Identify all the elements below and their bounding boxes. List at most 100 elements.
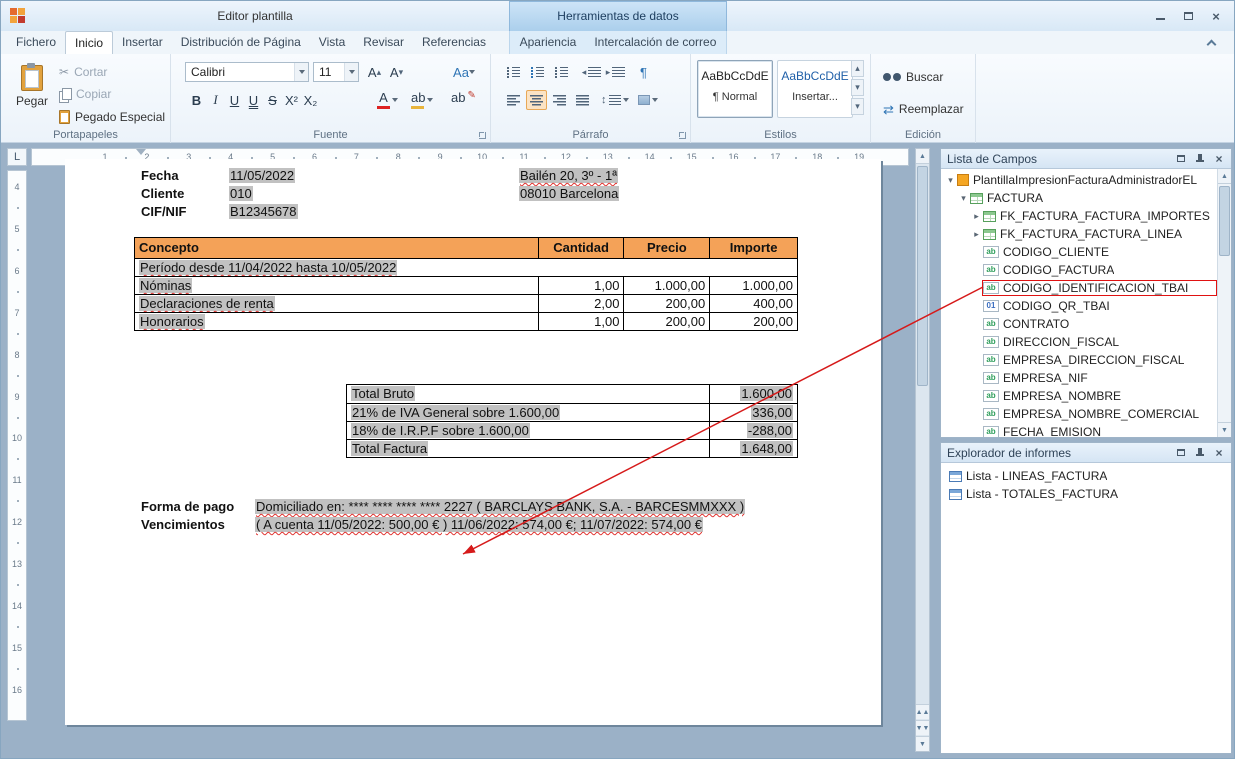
line-spacing-button[interactable]: ↕ <box>601 90 629 110</box>
field-list-scrollbar[interactable]: ▲ ▼ <box>1217 169 1231 437</box>
numbered-list-button[interactable] <box>527 62 548 82</box>
tab-inicio[interactable]: Inicio <box>65 31 113 54</box>
tab-vista[interactable]: Vista <box>310 31 354 54</box>
merge-field[interactable]: 18% de I.R.P.F sobre 1.600,00 <box>351 423 530 438</box>
field-node-fecha-emision[interactable]: abFECHA_EMISION <box>941 423 1217 437</box>
merge-field[interactable]: 336,00 <box>751 405 793 420</box>
underline-button[interactable]: U <box>225 90 244 110</box>
close-panel-button[interactable]: × <box>1211 152 1227 166</box>
tab-revisar[interactable]: Revisar <box>354 31 413 54</box>
merge-field[interactable]: B12345678 <box>229 204 298 219</box>
merge-field[interactable]: 08010 Barcelona <box>519 186 619 201</box>
close-button[interactable]: × <box>1206 8 1226 24</box>
shading-button[interactable] <box>635 90 661 110</box>
dropdown-button[interactable] <box>344 63 358 81</box>
tab-apariencia[interactable]: Apariencia <box>511 31 586 54</box>
gallery-down-button[interactable]: ▾ <box>851 79 864 96</box>
merge-field[interactable]: Honorarios <box>139 314 205 329</box>
next-page-button[interactable]: ▼▼ <box>916 720 929 735</box>
field-node-codigo-cliente[interactable]: abCODIGO_CLIENTE <box>941 243 1217 261</box>
bold-button[interactable]: B <box>187 90 206 110</box>
paste-button[interactable]: Pegar <box>9 59 55 133</box>
report-item-lista-totales-factura[interactable]: Lista - TOTALES_FACTURA <box>941 485 1231 503</box>
field-node-contrato[interactable]: abCONTRATO <box>941 315 1217 333</box>
field-node-codigo-factura[interactable]: abCODIGO_FACTURA <box>941 261 1217 279</box>
grow-font-button[interactable]: A▴ <box>365 62 384 82</box>
decrease-indent-button[interactable]: ◂ <box>581 62 602 82</box>
tab-fichero[interactable]: Fichero <box>7 31 65 54</box>
merge-field[interactable]: ( A cuenta 11/05/2022: 500,00 € ) 11/06/… <box>255 517 703 532</box>
scrollbar-thumb[interactable] <box>917 166 928 386</box>
payment-method-value[interactable]: Domiciliado en: **** **** **** **** 2227… <box>255 498 745 516</box>
merge-field[interactable]: Bailén 20, 3º - 1ª <box>519 168 618 183</box>
expander-icon[interactable]: ▸ <box>971 229 982 240</box>
field-node-empresa-direccion-fiscal[interactable]: abEMPRESA_DIRECCION_FISCAL <box>941 351 1217 369</box>
v-ruler[interactable]: 45678910111213141516 <box>7 170 27 721</box>
justify-button[interactable] <box>572 90 593 110</box>
find-button[interactable]: Buscar <box>883 67 943 87</box>
scroll-up-button[interactable]: ▲ <box>916 149 929 164</box>
merge-field[interactable]: Total Factura <box>351 441 428 456</box>
scroll-down-button[interactable]: ▼ <box>916 736 929 751</box>
italic-button[interactable]: I <box>206 90 225 110</box>
increase-indent-button[interactable]: ▸ <box>605 62 626 82</box>
merge-field[interactable]: -288,00 <box>747 423 793 438</box>
merge-field[interactable]: Nóminas <box>139 278 192 293</box>
scroll-down-button[interactable]: ▼ <box>1218 422 1231 437</box>
merge-field[interactable]: Período desde 11/04/2022 hasta 10/05/202… <box>139 260 397 275</box>
font-color-button[interactable]: A <box>377 90 398 110</box>
field-node-codigo-identificacion-tbai[interactable]: abCODIGO_IDENTIFICACION_TBAI <box>941 279 1217 297</box>
show-marks-button[interactable]: ¶ <box>633 62 654 82</box>
merge-field[interactable]: 11/05/2022 <box>229 168 295 183</box>
style-card[interactable]: AaBbCcDdE¶ Normal <box>697 60 773 118</box>
replace-button[interactable]: ⇄ Reemplazar <box>883 99 964 119</box>
due-dates-value[interactable]: ( A cuenta 11/05/2022: 500,00 € ) 11/06/… <box>255 516 703 534</box>
tab-referencias[interactable]: Referencias <box>413 31 495 54</box>
field-node-fk-factura-factura-importes[interactable]: ▸FK_FACTURA_FACTURA_IMPORTES <box>941 207 1217 225</box>
change-case-button[interactable]: Aa <box>449 62 479 82</box>
style-card[interactable]: AaBbCcDdEInsertar... <box>777 60 853 118</box>
expander-icon[interactable]: ▾ <box>958 193 969 204</box>
text-effects-button[interactable]: ab ✎ <box>451 90 476 110</box>
subscript-button[interactable]: X₂ <box>301 90 320 110</box>
merge-field[interactable]: Total Bruto <box>351 386 415 401</box>
align-right-button[interactable] <box>549 90 570 110</box>
pin-panel-button[interactable] <box>1192 446 1208 460</box>
close-panel-button[interactable]: × <box>1211 446 1227 460</box>
shrink-font-button[interactable]: A▾ <box>387 62 406 82</box>
scroll-up-button[interactable]: ▲ <box>1218 169 1231 184</box>
dialog-launcher-icon[interactable] <box>479 132 486 139</box>
align-left-button[interactable] <box>503 90 524 110</box>
field-node-factura[interactable]: ▾FACTURA <box>941 189 1217 207</box>
gallery-up-button[interactable]: ▴ <box>851 60 864 77</box>
multilevel-list-button[interactable] <box>551 62 572 82</box>
document-vertical-scrollbar[interactable]: ▲ ▲▲ ▼▼ ▼ <box>915 148 930 752</box>
paste-special-button[interactable]: Pegado Especial <box>59 107 165 127</box>
minimize-button[interactable] <box>1150 8 1170 24</box>
align-center-button[interactable] <box>526 90 547 110</box>
maximize-button[interactable] <box>1178 8 1198 24</box>
dialog-launcher-icon[interactable] <box>679 132 686 139</box>
pin-panel-button[interactable] <box>1192 152 1208 166</box>
expander-icon[interactable]: ▸ <box>971 211 982 222</box>
totals-table[interactable]: Total Bruto1.600,0021% de IVA General so… <box>346 384 798 458</box>
scrollbar-thumb[interactable] <box>1219 186 1230 256</box>
merge-field[interactable]: Declaraciones de renta <box>139 296 275 311</box>
field-node-empresa-nif[interactable]: abEMPRESA_NIF <box>941 369 1217 387</box>
field-node-fk-factura-factura-linea[interactable]: ▸FK_FACTURA_FACTURA_LINEA <box>941 225 1217 243</box>
double-underline-button[interactable]: U <box>244 90 263 110</box>
font-family-combo[interactable]: Calibri <box>185 62 309 82</box>
gallery-more-button[interactable]: ▾ <box>851 98 864 115</box>
tab-selector-button[interactable]: L <box>7 148 27 166</box>
merge-field[interactable]: Domiciliado en: **** **** **** **** 2227… <box>255 499 745 514</box>
cut-button[interactable]: ✂ Cortar <box>59 62 107 82</box>
field-node-empresa-nombre[interactable]: abEMPRESA_NOMBRE <box>941 387 1217 405</box>
merge-field[interactable]: 21% de IVA General sobre 1.600,00 <box>351 405 560 420</box>
strikethrough-button[interactable]: S <box>263 90 282 110</box>
field-node-direccion-fiscal[interactable]: abDIRECCION_FISCAL <box>941 333 1217 351</box>
copy-button[interactable]: Copiar <box>59 84 111 104</box>
collapse-ribbon-button[interactable] <box>1202 35 1220 51</box>
merge-field[interactable]: 010 <box>229 186 253 201</box>
tab-insertar[interactable]: Insertar <box>113 31 172 54</box>
expander-icon[interactable]: ▾ <box>945 175 956 186</box>
